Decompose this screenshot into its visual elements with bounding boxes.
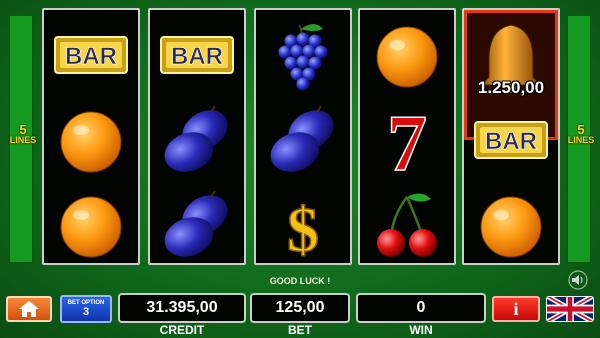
right-lines-indicator: 5 LINES [566, 14, 595, 264]
bet-display[interactable]: 125,00 [250, 293, 350, 323]
uk-flag-icon [547, 297, 593, 321]
reel-3: $ [254, 8, 352, 265]
plum-icon [150, 97, 244, 183]
credit-display: 31.395,00 [118, 293, 246, 323]
bet-value: 125,00 [275, 299, 325, 316]
home-button[interactable] [6, 296, 52, 322]
reel-1: BAR [42, 8, 140, 265]
bar-icon: BAR [44, 12, 138, 98]
dollar-text: $ [287, 194, 319, 261]
cherry-icon [360, 182, 454, 263]
win-value: 0 [416, 299, 426, 316]
plum-icon [256, 97, 350, 183]
lines-count: 5 [19, 122, 27, 137]
dollar-icon: $ [256, 182, 350, 263]
bar-icon: BAR [150, 12, 244, 98]
bet-option-value: 3 [82, 306, 90, 318]
sound-button[interactable] [566, 270, 592, 290]
bet-label: BET [288, 323, 312, 337]
home-icon [19, 301, 39, 317]
orange-icon [360, 12, 454, 98]
bet-option-button[interactable]: BET OPTION 3 [60, 295, 112, 323]
left-lines-indicator: 5 LINES [8, 14, 37, 264]
seven-icon: 7 [360, 97, 454, 183]
reel-2: BAR [148, 8, 246, 265]
speaker-icon [568, 270, 588, 290]
grapes-icon [256, 12, 350, 98]
orange-icon [44, 182, 138, 263]
status-message: GOOD LUCK ! [269, 276, 331, 286]
bar-text: BAR [485, 128, 537, 155]
bar-icon: BAR [464, 97, 558, 183]
win-amount-label: 1.250,00 [477, 78, 545, 97]
language-button[interactable] [546, 296, 594, 322]
plum-icon [150, 182, 244, 263]
lines-word: LINES [567, 135, 595, 145]
seven-text: 7 [387, 104, 427, 176]
orange-icon [464, 182, 558, 263]
orange-icon [44, 97, 138, 183]
win-label: WIN [409, 323, 433, 337]
info-icon: i [513, 298, 519, 319]
reel-5: BAR 1.250,00 [462, 8, 560, 265]
reel-4: 7 [358, 8, 456, 265]
credit-value: 31.395,00 [146, 299, 218, 316]
lines-count: 5 [577, 122, 585, 137]
info-button[interactable]: i [492, 296, 540, 322]
credit-label: CREDIT [159, 323, 205, 337]
bar-text: BAR [171, 43, 223, 70]
win-display: 0 [356, 293, 486, 323]
bar-text: BAR [65, 43, 117, 70]
lines-word: LINES [9, 135, 37, 145]
